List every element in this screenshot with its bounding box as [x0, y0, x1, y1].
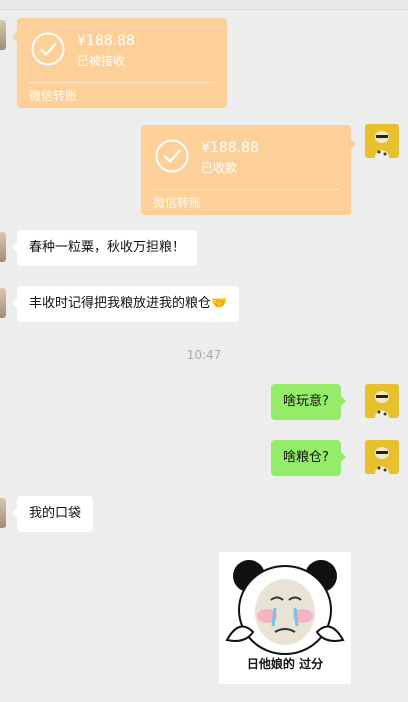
my-avatar[interactable] [365, 440, 399, 474]
transfer-status: 已收款 [201, 161, 238, 175]
avatar-image [365, 124, 399, 158]
sticker-caption: 日他娘的 过分 [246, 657, 324, 671]
check-circle-icon [31, 32, 65, 66]
panda-sticker[interactable]: 日他娘的 过分 [219, 552, 351, 684]
message-bubble[interactable]: 春种一粒粟，秋收万担粮！ [11, 230, 198, 266]
transfer-divider [153, 189, 339, 190]
handshake-emoji: 🤝 [211, 296, 228, 311]
contact-avatar[interactable] [0, 232, 6, 262]
contact-avatar[interactable] [0, 20, 6, 50]
avatar-image [365, 440, 399, 474]
message-text: 丰收时记得把我粮放进我的粮仓 [29, 296, 212, 311]
transfer-card-sent[interactable]: ¥188.88 已收款 微信转账 [141, 125, 356, 215]
timestamp: 10:47 [186, 348, 222, 362]
check-circle-icon [155, 139, 189, 173]
title-bar-edge [0, 0, 408, 10]
transfer-amount: ¥188.88 [201, 140, 259, 156]
my-avatar[interactable] [365, 124, 399, 158]
message-bubble[interactable]: 啥玩意? [271, 384, 346, 420]
contact-avatar[interactable] [0, 288, 6, 318]
transfer-divider [29, 82, 215, 83]
contact-avatar[interactable] [0, 498, 6, 528]
message-bubble[interactable]: 我的口袋 [11, 496, 94, 532]
my-avatar[interactable] [365, 384, 399, 418]
transfer-footer: 微信转账 [29, 89, 78, 103]
transfer-card-received[interactable]: ¥188.88 已被接收 微信转账 [12, 18, 227, 108]
transfer-amount: ¥188.88 [77, 33, 135, 49]
transfer-footer: 微信转账 [153, 196, 202, 210]
transfer-status: 已被接收 [77, 54, 126, 68]
message-bubble[interactable]: 丰收时记得把我粮放进我的粮仓🤝 [11, 286, 240, 322]
avatar-image [365, 384, 399, 418]
message-bubble[interactable]: 啥粮仓? [271, 440, 346, 476]
panda-face-image [225, 560, 345, 655]
